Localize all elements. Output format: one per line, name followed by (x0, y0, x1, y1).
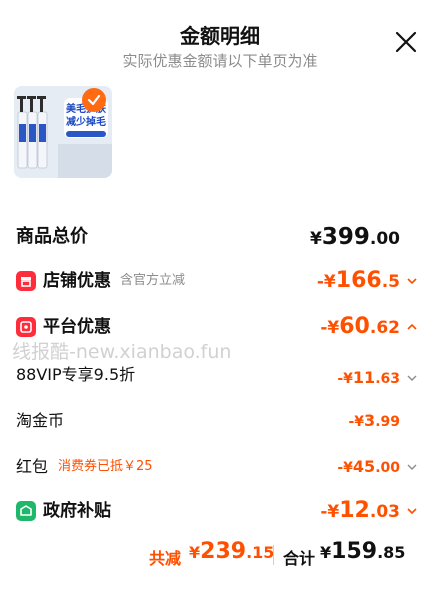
row-redpack-discount[interactable]: 红包 消费券已抵￥25 -¥45.00 (0, 452, 440, 482)
row-store-discount[interactable]: 店铺优惠 含官方立减 -¥166.5 (0, 266, 440, 296)
sheet-title: 金额明细 (180, 24, 260, 48)
footer-divider (273, 545, 274, 565)
redpack-discount-label: 红包 (16, 457, 49, 476)
chevron-down-icon[interactable] (406, 275, 418, 287)
coin-discount-label: 淘金币 (16, 411, 65, 430)
total-price-label: 商品总价 (16, 226, 88, 247)
close-icon[interactable] (394, 30, 418, 54)
store-icon (16, 271, 36, 291)
total-label: 合计 (283, 549, 316, 568)
total-price-amount: ¥399.00 (310, 224, 400, 250)
row-vip-discount[interactable]: 88VIP专享9.5折 -¥11.63 (0, 360, 440, 390)
saved-amount: ¥239.15 (189, 539, 275, 564)
vip-discount-label: 88VIP专享9.5折 (16, 365, 136, 384)
selected-check-icon (82, 88, 106, 112)
platform-icon (16, 317, 36, 337)
amount-detail-sheet: 金额明细 实际优惠金额请以下单页为准 减少掉毛 商品总价 ¥399.00 店铺优… (0, 0, 440, 589)
vip-discount-amount: -¥11.63 (337, 368, 400, 387)
subsidy-discount-amount: -¥12.03 (320, 498, 400, 523)
store-discount-amount: -¥166.5 (316, 268, 400, 293)
chevron-down-icon[interactable] (406, 461, 418, 473)
subsidy-icon (16, 501, 36, 521)
saved-label: 共减 (149, 549, 182, 568)
chevron-down-icon[interactable] (406, 505, 418, 517)
store-discount-label: 店铺优惠 (43, 271, 111, 291)
chevron-up-icon[interactable] (406, 321, 418, 333)
store-discount-tag: 含官方立减 (120, 273, 186, 288)
row-subsidy-discount[interactable]: 政府补贴 -¥12.03 (0, 496, 440, 526)
redpack-discount-amount: -¥45.00 (337, 457, 400, 476)
sheet-subtitle: 实际优惠金额请以下单页为准 (122, 52, 318, 70)
chevron-down-icon[interactable] (406, 372, 418, 384)
platform-discount-amount: -¥60.62 (320, 314, 400, 339)
footer-summary: 共减 ¥239.15 合计 ¥159.85 (0, 539, 440, 573)
thumbnail-text-2: 减少掉毛 (66, 115, 106, 128)
row-coin-discount: 淘金币 -¥3.99 (0, 406, 440, 436)
coin-discount-amount: -¥3.99 (348, 411, 400, 430)
row-total-price: 商品总价 ¥399.00 (0, 222, 440, 252)
total-amount: ¥159.85 (320, 539, 406, 564)
subsidy-discount-label: 政府补贴 (43, 501, 111, 521)
redpack-discount-tag: 消费券已抵￥25 (58, 459, 153, 474)
